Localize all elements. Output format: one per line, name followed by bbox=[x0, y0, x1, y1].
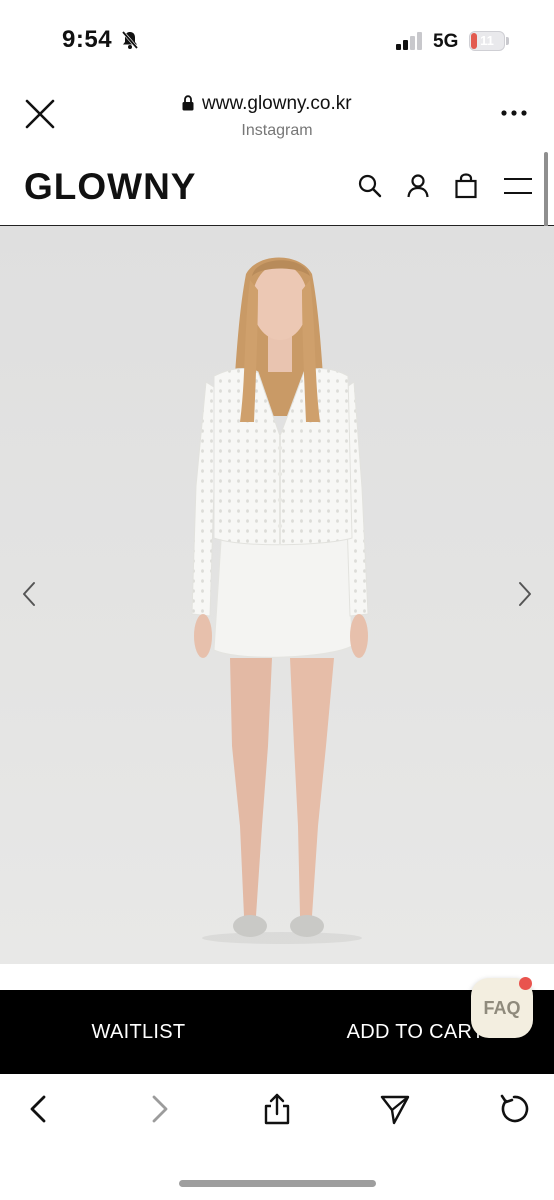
battery-cap bbox=[506, 37, 509, 45]
lock-icon bbox=[182, 95, 194, 111]
send-icon[interactable] bbox=[379, 1092, 411, 1126]
more-icon[interactable] bbox=[500, 108, 528, 118]
reload-icon[interactable] bbox=[498, 1092, 530, 1126]
search-icon[interactable] bbox=[356, 172, 384, 200]
chevron-left-icon[interactable] bbox=[20, 580, 40, 608]
product-image bbox=[0, 226, 554, 964]
bag-icon[interactable] bbox=[452, 172, 480, 200]
account-icon[interactable] bbox=[404, 172, 432, 200]
browser-toolbar bbox=[0, 1074, 554, 1200]
forward-icon[interactable] bbox=[142, 1092, 174, 1126]
menu-icon[interactable] bbox=[502, 172, 534, 200]
site-header: GLOWNY bbox=[0, 148, 554, 226]
signal-icon bbox=[396, 32, 422, 50]
waitlist-button[interactable]: WAITLIST bbox=[0, 990, 277, 1074]
back-icon[interactable] bbox=[24, 1092, 56, 1126]
faq-notification-dot bbox=[519, 977, 532, 990]
home-indicator[interactable] bbox=[179, 1180, 376, 1187]
chevron-right-icon[interactable] bbox=[514, 580, 534, 608]
bell-slash-icon bbox=[121, 31, 139, 49]
status-bar: 9:54 5G 11 bbox=[0, 0, 554, 80]
battery-level: 11 bbox=[480, 33, 494, 48]
status-time: 9:54 bbox=[62, 26, 113, 53]
browser-url-bar: www.glowny.co.kr Instagram bbox=[0, 80, 554, 148]
share-icon[interactable] bbox=[261, 1092, 293, 1126]
url-text[interactable]: www.glowny.co.kr bbox=[202, 93, 352, 115]
url-source-label: Instagram bbox=[241, 122, 313, 139]
logo[interactable]: GLOWNY bbox=[24, 166, 196, 208]
model-photo bbox=[191, 257, 369, 944]
network-label: 5G bbox=[433, 31, 459, 52]
battery-indicator: 11 bbox=[469, 31, 505, 51]
